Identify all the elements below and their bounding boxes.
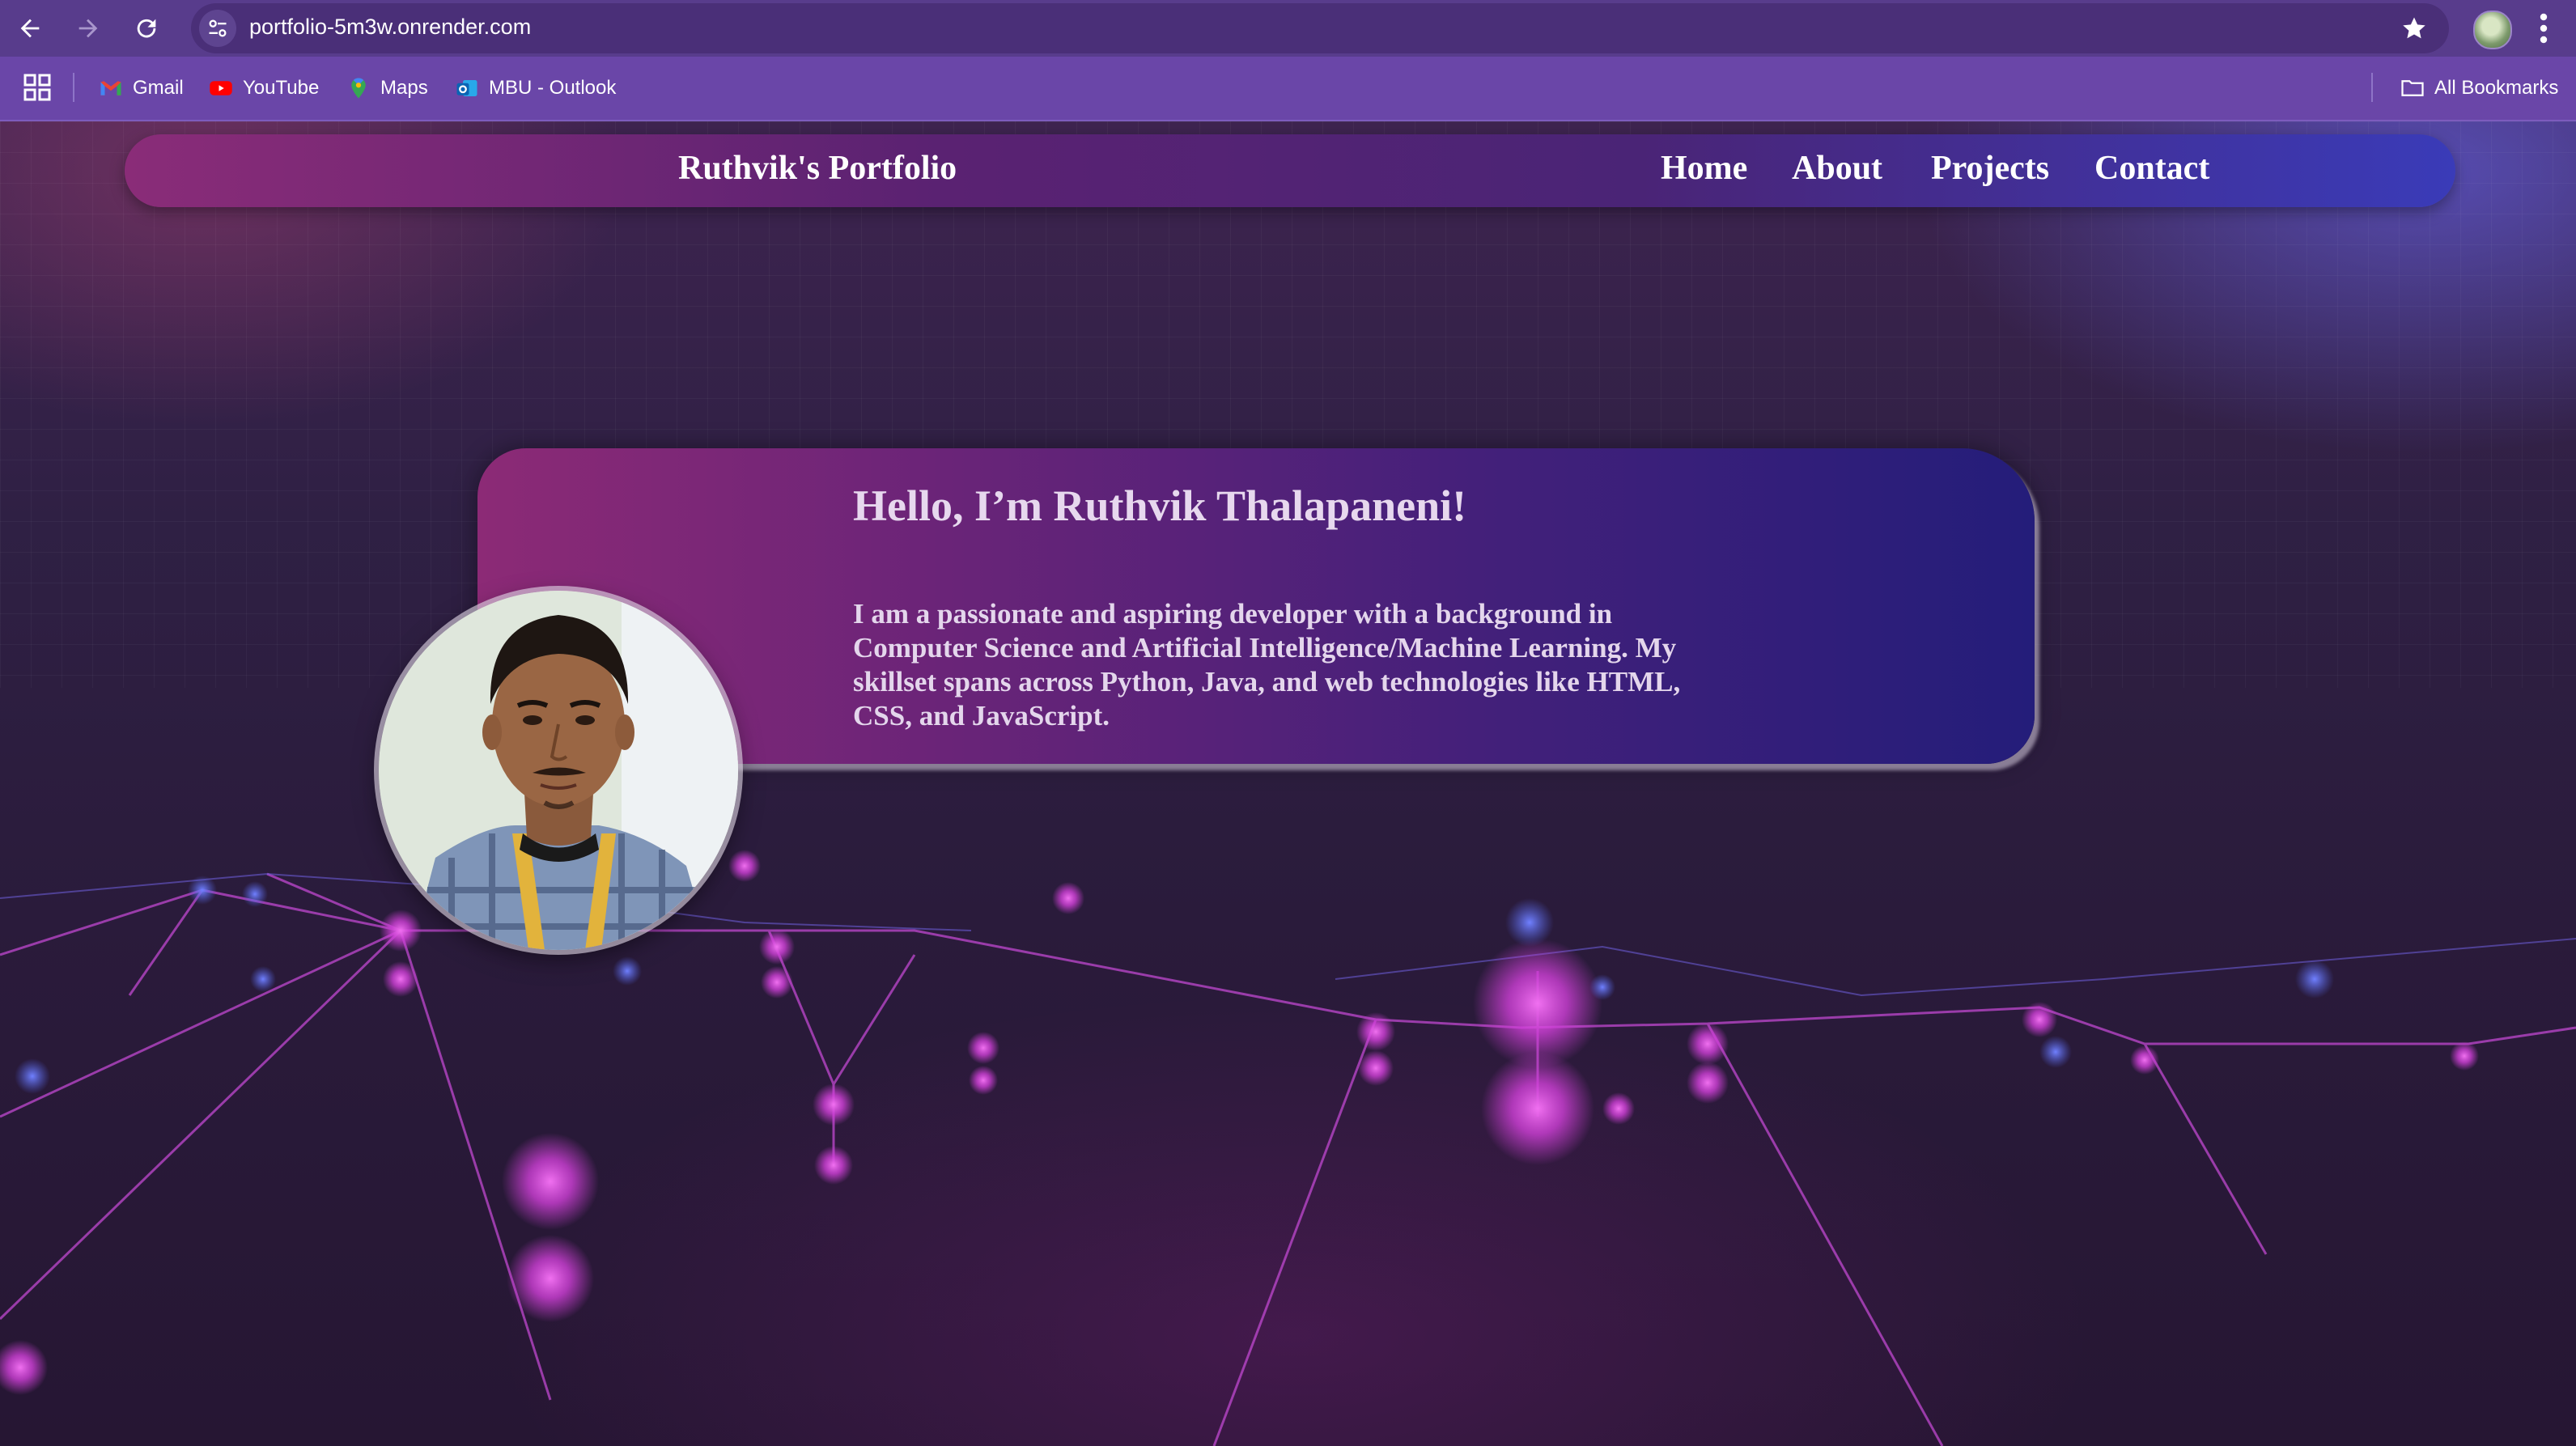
nav-link-projects[interactable]: Projects [1931, 149, 2049, 188]
bookmark-label: YouTube [243, 77, 320, 99]
bookmark-gmail[interactable]: Gmail [99, 74, 184, 102]
profile-avatar[interactable] [2473, 11, 2512, 49]
bookmark-youtube[interactable]: YouTube [209, 74, 319, 102]
browser-toolbar: portfolio-5m3w.onrender.com [0, 0, 2576, 57]
address-bar[interactable]: portfolio-5m3w.onrender.com [191, 3, 2449, 53]
all-bookmarks-label: All Bookmarks [2434, 77, 2559, 99]
site-info-icon[interactable] [199, 10, 236, 47]
all-bookmarks-button[interactable]: All Bookmarks [2400, 74, 2558, 102]
bookmarks-bar: Gmail YouTube Maps MBU - Outlook All Boo… [0, 57, 2576, 121]
gmail-icon [100, 81, 121, 95]
nav-link-contact[interactable]: Contact [2094, 149, 2209, 188]
url-text[interactable]: portfolio-5m3w.onrender.com [249, 15, 531, 40]
person-portrait-illustration [379, 591, 738, 950]
back-button[interactable] [10, 8, 50, 49]
bookmarks-divider [2371, 73, 2373, 102]
youtube-icon [210, 81, 232, 95]
bookmark-maps[interactable]: Maps [346, 74, 428, 102]
menu-dots-icon[interactable] [2533, 11, 2554, 45]
bookmark-outlook[interactable]: MBU - Outlook [455, 74, 616, 102]
page-viewport: Ruthvik's Portfolio Home About Projects … [0, 121, 2576, 1446]
bookmark-star-icon[interactable] [2400, 15, 2428, 42]
site-brand[interactable]: Ruthvik's Portfolio [678, 149, 957, 188]
hero-title: Hello, I’m Ruthvik Thalapaneni! [853, 481, 1467, 530]
bookmarks-divider [73, 73, 74, 102]
maps-icon [351, 78, 366, 99]
bookmark-label: Maps [380, 77, 428, 99]
reload-icon [137, 19, 156, 38]
forward-button[interactable] [68, 8, 108, 49]
reload-button[interactable] [126, 8, 167, 49]
hero-description: I am a passionate and aspiring developer… [853, 598, 1681, 731]
nav-link-about[interactable]: About [1792, 149, 1882, 188]
forward-arrow-icon [79, 19, 98, 38]
outlook-icon [456, 80, 477, 96]
apps-grid-icon[interactable] [23, 73, 52, 102]
profile-photo [379, 591, 738, 950]
nav-link-home[interactable]: Home [1661, 149, 1747, 188]
folder-icon [2401, 80, 2424, 96]
back-arrow-icon [20, 19, 40, 38]
site-navbar: Ruthvik's Portfolio Home About Projects … [125, 134, 2455, 207]
bookmark-label: Gmail [133, 77, 184, 99]
bookmark-label: MBU - Outlook [489, 77, 617, 99]
